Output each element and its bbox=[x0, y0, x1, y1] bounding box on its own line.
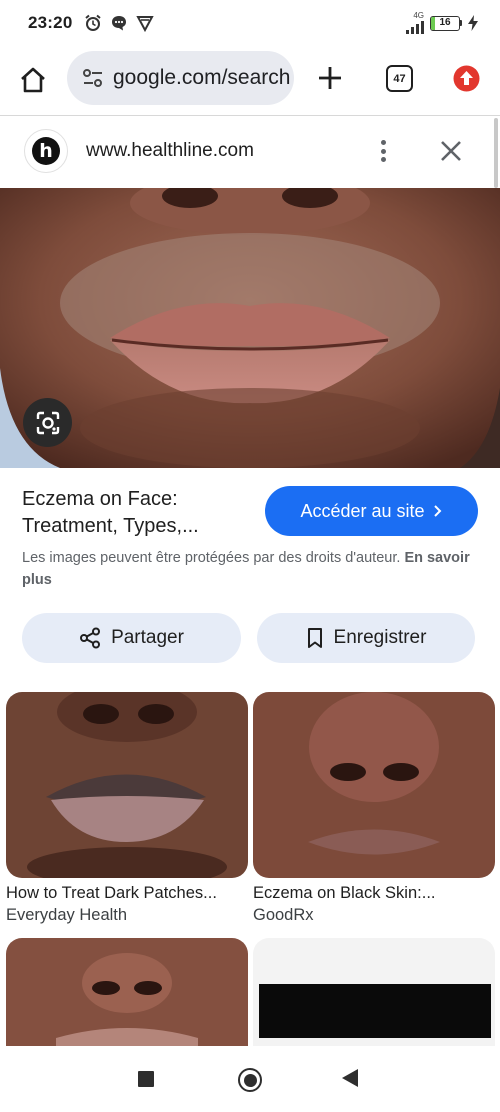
save-button[interactable]: Enregistrer bbox=[257, 613, 475, 663]
tune-icon[interactable] bbox=[81, 66, 105, 90]
related-title-1[interactable]: How to Treat Dark Patches... bbox=[6, 884, 248, 903]
system-navigation-bar bbox=[0, 1046, 500, 1112]
chat-bubble-icon bbox=[112, 16, 127, 31]
scrollbar[interactable] bbox=[494, 118, 498, 188]
home-button[interactable] bbox=[16, 63, 50, 97]
main-image[interactable] bbox=[0, 188, 500, 468]
visit-site-button[interactable]: Accéder au site bbox=[265, 486, 478, 536]
result-title-line2: Treatment, Types,... bbox=[22, 515, 199, 537]
more-options-button[interactable] bbox=[370, 136, 396, 166]
charging-bolt-icon bbox=[468, 15, 478, 31]
status-time: 23:20 bbox=[28, 13, 73, 32]
related-thumbnail-2[interactable] bbox=[253, 692, 495, 878]
related-source-2: GoodRx bbox=[253, 906, 314, 924]
url-bar[interactable]: google.com/search bbox=[67, 51, 294, 105]
copyright-text: Les images peuvent être protégées par de… bbox=[22, 550, 401, 566]
site-favicon: h bbox=[24, 129, 68, 173]
status-notification-icons bbox=[84, 14, 155, 32]
battery-icon: 16 bbox=[430, 15, 462, 31]
signal-strength-icon bbox=[406, 20, 424, 34]
close-button[interactable] bbox=[436, 136, 466, 166]
lens-search-button[interactable] bbox=[23, 398, 72, 447]
result-title[interactable]: Eczema on Face: Treatment, Types,... bbox=[22, 486, 254, 540]
bookmark-icon bbox=[307, 628, 322, 648]
related-thumbnail-3[interactable] bbox=[6, 938, 248, 1048]
update-button[interactable] bbox=[453, 65, 480, 92]
share-icon bbox=[80, 627, 101, 649]
save-label: Enregistrer bbox=[333, 627, 427, 648]
site-favicon-letter: h bbox=[32, 137, 60, 165]
lens-icon bbox=[36, 411, 59, 434]
chevron-right-icon bbox=[433, 505, 441, 517]
plus-icon bbox=[319, 67, 341, 89]
status-system-icons: 4G 16 bbox=[406, 12, 478, 34]
alarm-icon bbox=[85, 14, 102, 31]
visit-site-label: Accéder au site bbox=[300, 500, 425, 521]
site-url[interactable]: www.healthline.com bbox=[86, 140, 254, 162]
close-icon bbox=[441, 141, 461, 161]
related-source-1: Everyday Health bbox=[6, 906, 128, 924]
related-thumbnail-1[interactable] bbox=[6, 692, 248, 878]
site-header: h www.healthline.com bbox=[0, 116, 492, 188]
status-bar: 23:20 4G 16 bbox=[0, 0, 500, 46]
related-result-2[interactable]: Eczema on Black Skin:... GoodRx bbox=[253, 692, 495, 925]
tab-switcher-button[interactable]: 47 bbox=[386, 65, 413, 92]
battery-level: 16 bbox=[439, 16, 451, 28]
browser-toolbar: google.com/search 47 bbox=[0, 46, 500, 112]
battery-fill bbox=[431, 16, 436, 30]
send-icon bbox=[136, 16, 155, 32]
new-tab-button[interactable] bbox=[312, 60, 348, 96]
home-nav-button[interactable] bbox=[238, 1068, 262, 1092]
url-text[interactable]: google.com/search bbox=[113, 66, 290, 90]
share-button[interactable]: Partager bbox=[22, 613, 241, 663]
tab-count: 47 bbox=[393, 72, 406, 85]
recents-button[interactable] bbox=[138, 1071, 154, 1087]
arrow-up-icon bbox=[453, 65, 480, 92]
share-label: Partager bbox=[111, 627, 184, 648]
copyright-notice: Les images peuvent être protégées par de… bbox=[22, 547, 482, 591]
home-icon bbox=[21, 67, 45, 93]
network-type-label: 4G bbox=[413, 11, 424, 20]
related-result-1[interactable]: How to Treat Dark Patches... Everyday He… bbox=[6, 692, 248, 925]
related-thumbnail-4[interactable] bbox=[253, 938, 495, 1048]
related-title-2[interactable]: Eczema on Black Skin:... bbox=[253, 884, 495, 903]
back-button[interactable] bbox=[342, 1069, 358, 1087]
result-title-line1: Eczema on Face: bbox=[22, 488, 178, 510]
